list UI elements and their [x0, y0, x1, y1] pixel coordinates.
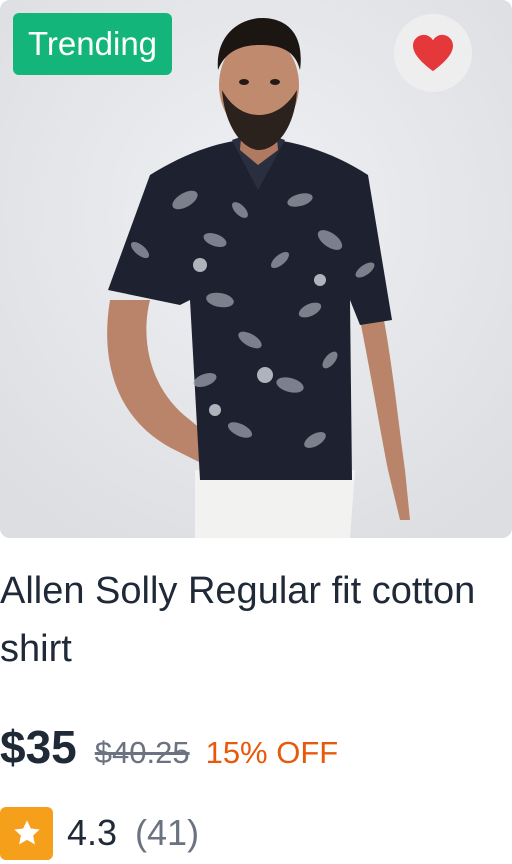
discount-label: 15% OFF: [205, 735, 339, 770]
product-image[interactable]: Trending: [0, 0, 512, 538]
price-row: $35 $40.25 15% OFF: [0, 720, 338, 776]
product-card[interactable]: Trending Allen Solly Regular fit cotton …: [0, 0, 512, 864]
trending-badge: Trending: [13, 13, 173, 75]
heart-icon: [413, 34, 453, 72]
favorite-button[interactable]: [394, 14, 472, 92]
rating-badge: [0, 806, 53, 860]
rating-row: 4.3 (41): [0, 806, 199, 860]
review-count: (41): [135, 812, 200, 853]
rating-value: 4.3: [67, 812, 118, 853]
original-price: $40.25: [94, 735, 190, 770]
product-title[interactable]: Allen Solly Regular fit cotton shirt: [0, 562, 500, 678]
star-icon: [13, 820, 40, 845]
current-price: $35: [0, 721, 77, 773]
